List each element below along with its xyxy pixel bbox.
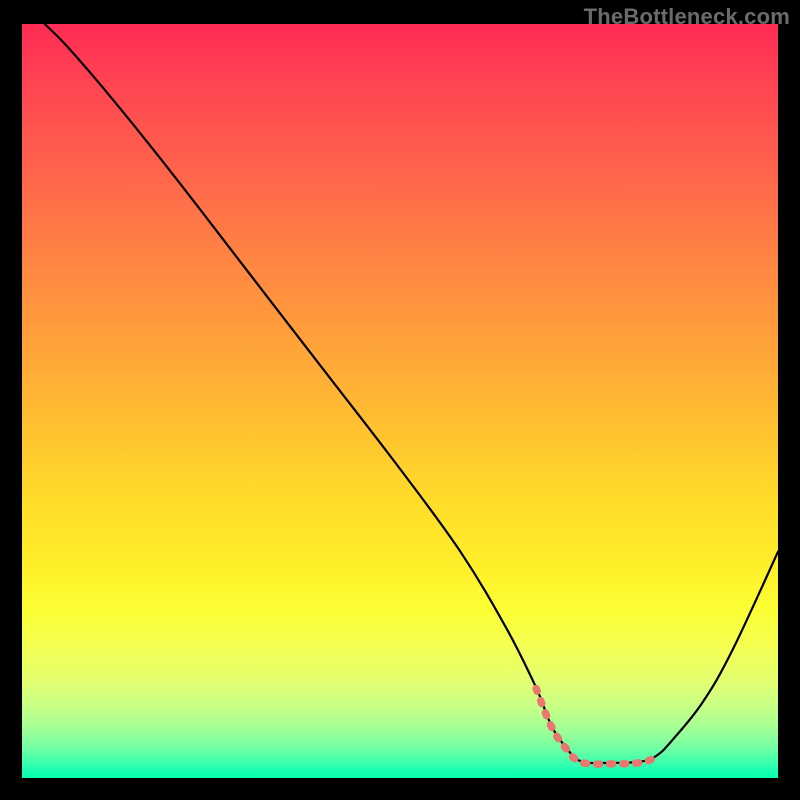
watermark-text: TheBottleneck.com — [584, 4, 790, 30]
curve-layer — [22, 24, 778, 778]
plot-area — [22, 24, 778, 778]
bottleneck-curve — [45, 24, 778, 763]
chart-frame: TheBottleneck.com — [0, 0, 800, 800]
valley-highlight — [536, 689, 657, 765]
